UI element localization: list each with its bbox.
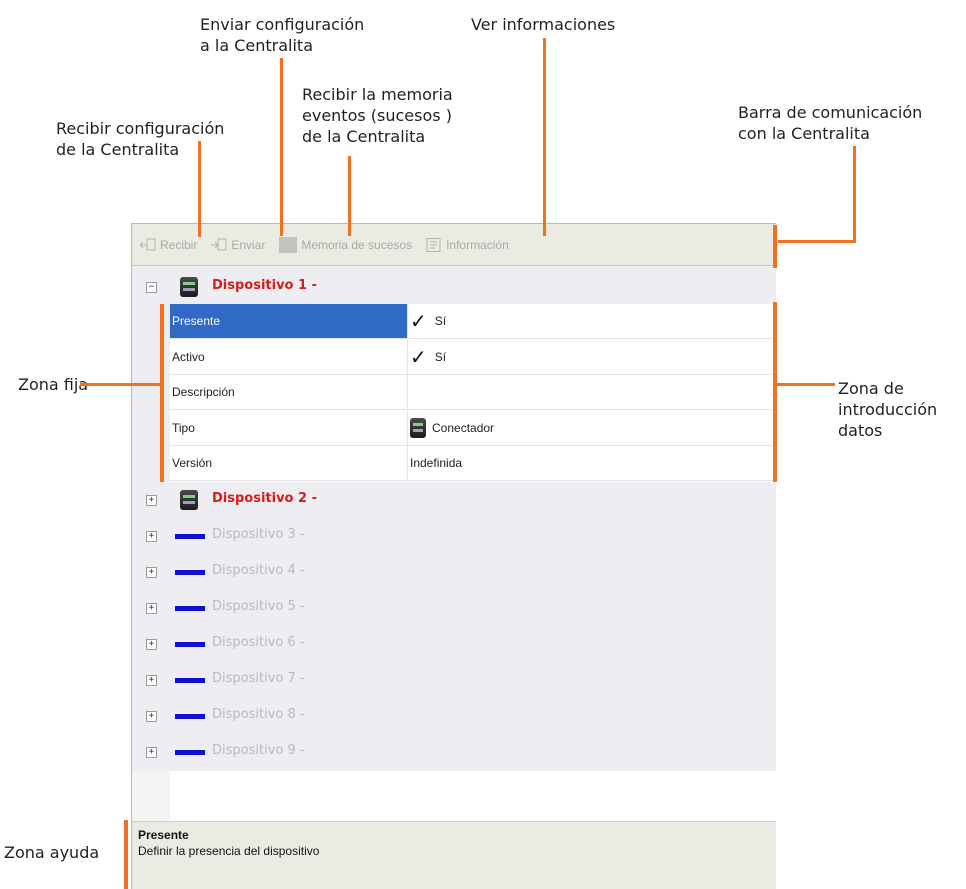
- callout-line-zona-fija: [80, 383, 160, 386]
- callout-line-barra-h: [778, 240, 856, 243]
- device-label: Dispositivo 2 -: [212, 491, 317, 506]
- expand-icon[interactable]: +: [146, 747, 157, 758]
- callout-bracket-zona-ayuda: [124, 820, 128, 889]
- help-text: Definir la presencia del dispositivo: [138, 844, 320, 858]
- help-zone: Presente Definir la presencia del dispos…: [132, 821, 776, 889]
- callout-zona-introduccion: Zona de introducción datos: [838, 379, 938, 440]
- callout-line-informacion: [543, 38, 546, 236]
- device-label: Dispositivo 4 -: [212, 563, 305, 578]
- callout-zona-fija: Zona fija: [18, 375, 89, 394]
- property-row[interactable]: Tipo Conectador: [170, 410, 776, 446]
- receive-icon: [139, 238, 156, 252]
- property-row[interactable]: Versión Indefinida: [170, 446, 776, 482]
- property-value-text: Indefinida: [410, 456, 463, 471]
- callout-enviar-configuracion: Enviar configuración a la Centralita: [200, 15, 365, 55]
- device-row[interactable]: + Dispositivo 9 -: [132, 734, 776, 770]
- informacion-button[interactable]: Información: [426, 237, 509, 252]
- device-row[interactable]: + Dispositivo 8 -: [132, 698, 776, 734]
- expand-icon[interactable]: +: [146, 567, 157, 578]
- expand-icon[interactable]: +: [146, 603, 157, 614]
- property-name[interactable]: Versión: [170, 446, 408, 481]
- expand-icon[interactable]: +: [146, 495, 157, 506]
- callout-bracket-barra: [773, 225, 777, 268]
- memory-icon: [279, 236, 298, 253]
- checkmark-icon: ✓: [410, 309, 427, 333]
- memoria-label: Memoria de sucesos: [301, 237, 413, 252]
- device-module-icon: [410, 417, 426, 438]
- collapse-icon[interactable]: −: [146, 282, 157, 293]
- communication-toolbar: Recibir Enviar Memoria de sucesos Inform…: [132, 224, 776, 266]
- enviar-label: Enviar: [231, 237, 266, 252]
- device-label: Dispositivo 6 -: [212, 635, 305, 650]
- property-value[interactable]: Conectador: [410, 411, 494, 445]
- callout-bracket-zona-fija: [160, 304, 164, 482]
- info-icon: [426, 237, 442, 252]
- device-label: Dispositivo 3 -: [212, 527, 305, 542]
- device-row[interactable]: + Dispositivo 7 -: [132, 662, 776, 698]
- callout-ver-informaciones: Ver informaciones: [471, 15, 616, 34]
- property-value[interactable]: ✓ Sí: [410, 304, 446, 338]
- callout-bracket-zona-introduccion: [773, 302, 777, 482]
- device-row[interactable]: + Dispositivo 2 -: [132, 482, 776, 518]
- device-row[interactable]: + Dispositivo 4 -: [132, 554, 776, 590]
- blue-bar-icon: [175, 750, 205, 755]
- expand-icon[interactable]: +: [146, 639, 157, 650]
- expand-icon[interactable]: +: [146, 711, 157, 722]
- device-row[interactable]: + Dispositivo 3 -: [132, 518, 776, 554]
- property-value[interactable]: Indefinida: [410, 446, 462, 480]
- blue-bar-icon: [175, 534, 205, 539]
- send-icon: [211, 238, 227, 252]
- blue-bar-icon: [175, 570, 205, 575]
- property-grid: Presente ✓ Sí Activo ✓ Sí Descripción Tipo Conec…: [170, 304, 776, 482]
- blue-bar-icon: [175, 678, 205, 683]
- property-row[interactable]: Activo ✓ Sí: [170, 339, 776, 375]
- help-title: Presente: [138, 828, 189, 842]
- property-name[interactable]: Presente: [170, 304, 408, 338]
- device-module-icon: [180, 490, 198, 510]
- recibir-label: Recibir: [160, 237, 198, 252]
- checkmark-icon: ✓: [410, 344, 427, 369]
- enviar-button[interactable]: Enviar: [211, 238, 265, 252]
- property-row[interactable]: Descripción: [170, 375, 776, 411]
- property-name[interactable]: Tipo: [170, 410, 408, 445]
- informacion-label: Información: [446, 237, 509, 252]
- callout-line-barra-v: [853, 146, 856, 242]
- property-value[interactable]: ✓ Sí: [410, 340, 446, 374]
- property-name[interactable]: Activo: [170, 339, 408, 374]
- expand-icon[interactable]: +: [146, 675, 157, 686]
- device-label: Dispositivo 7 -: [212, 671, 305, 686]
- property-name[interactable]: Descripción: [170, 375, 408, 410]
- property-value-text: Sí: [434, 314, 447, 328]
- callout-line-zona-introduccion: [777, 383, 835, 386]
- memoria-sucesos-button[interactable]: Memoria de sucesos: [279, 236, 413, 253]
- callout-line-memoria: [348, 156, 351, 236]
- blue-bar-icon: [175, 642, 205, 647]
- blue-bar-icon: [175, 714, 205, 719]
- callout-memoria-eventos: Recibir la memoria eventos (sucesos ) de…: [302, 85, 453, 146]
- device-row[interactable]: − Dispositivo 1 -: [132, 269, 776, 305]
- property-row[interactable]: Presente ✓ Sí: [170, 304, 776, 339]
- expand-icon[interactable]: +: [146, 531, 157, 542]
- device-row[interactable]: + Dispositivo 6 -: [132, 626, 776, 662]
- device-row[interactable]: + Dispositivo 5 -: [132, 590, 776, 626]
- callout-line-enviar: [280, 58, 283, 236]
- callout-zona-ayuda: Zona ayuda: [4, 843, 100, 862]
- callout-barra-comunicacion: Barra de comunicación con la Centralita: [738, 103, 923, 143]
- recibir-button[interactable]: Recibir: [139, 237, 198, 252]
- device-label: Dispositivo 9 -: [212, 743, 305, 758]
- device-label: Dispositivo 8 -: [212, 707, 305, 722]
- device-label: Dispositivo 1 -: [212, 278, 317, 293]
- property-value-text: Conectador: [432, 420, 495, 435]
- property-value-text: Sí: [434, 349, 447, 364]
- empty-grid-area: [170, 771, 776, 821]
- callout-line-recibir: [198, 141, 201, 237]
- device-module-icon: [180, 277, 198, 297]
- blue-bar-icon: [175, 606, 205, 611]
- device-label: Dispositivo 5 -: [212, 599, 305, 614]
